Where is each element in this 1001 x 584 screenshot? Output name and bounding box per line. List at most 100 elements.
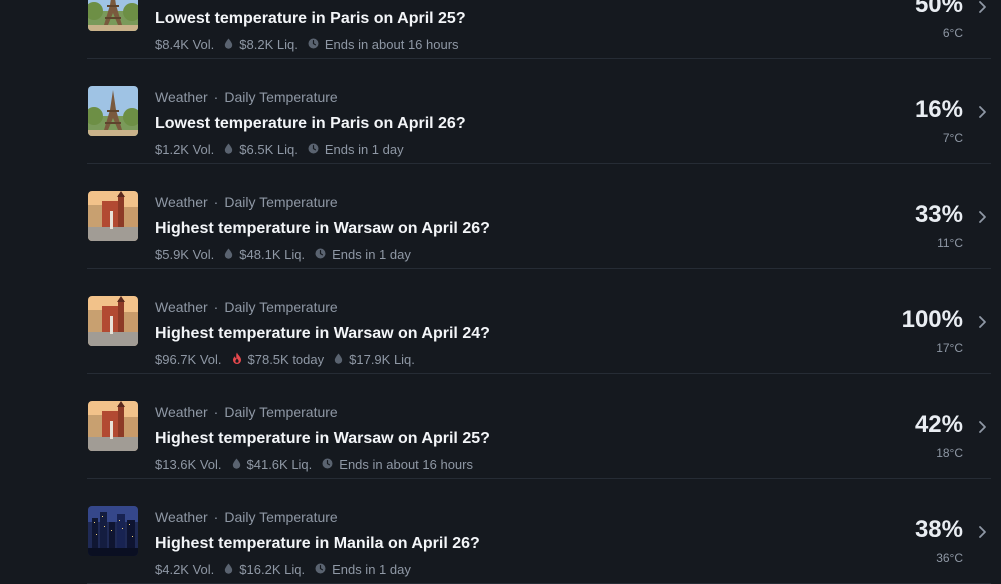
clock-icon bbox=[308, 38, 319, 49]
market-thumbnail bbox=[88, 506, 138, 556]
clock-icon bbox=[308, 143, 319, 154]
market-meta: $96.7K Vol. $78.5K today $17.9K Liq. bbox=[155, 352, 425, 367]
market-volume: $1.2K Vol. bbox=[155, 142, 214, 157]
market-volume-text: $1.2K Vol. bbox=[155, 142, 215, 157]
flame-icon bbox=[232, 352, 242, 367]
market-subcategory[interactable]: Daily Temperature bbox=[224, 509, 337, 525]
market-thumbnail bbox=[88, 401, 138, 451]
droplet-icon bbox=[224, 247, 233, 262]
market-list: Weather · Daily Temperature Lowest tempera… bbox=[0, 0, 1001, 584]
paris-thumbnail-image bbox=[88, 0, 138, 31]
market-liquidity-text: $16.2K Liq. bbox=[239, 562, 306, 577]
market-category-line: Weather · Daily Temperature bbox=[155, 509, 338, 525]
market-category-line: Weather · Daily Temperature bbox=[155, 299, 338, 315]
market-volume: $4.2K Vol. bbox=[155, 562, 214, 577]
market-thumbnail bbox=[88, 296, 138, 346]
droplet-icon bbox=[225, 563, 233, 574]
market-end-time-text: Ends in about 16 hours bbox=[324, 37, 459, 52]
droplet-icon bbox=[224, 37, 233, 52]
clock-icon bbox=[308, 142, 319, 157]
market-end-time: Ends in 1 day bbox=[315, 562, 411, 577]
market-thumbnail bbox=[88, 0, 138, 31]
market-liquidity: $17.9K Liq. bbox=[334, 352, 415, 367]
market-volume-text: $96.7K Vol. bbox=[155, 352, 222, 367]
market-row[interactable]: Weather · Daily Temperature Lowest tempera… bbox=[87, 59, 991, 164]
market-today-volume-text: $78.5K today bbox=[247, 352, 325, 367]
chevron-right-icon[interactable] bbox=[977, 525, 987, 539]
market-thumbnail bbox=[88, 191, 138, 241]
category-separator: · bbox=[213, 299, 219, 315]
market-category-line: Weather · Daily Temperature bbox=[155, 404, 338, 420]
market-subcategory[interactable]: Daily Temperature bbox=[224, 404, 337, 420]
chevron-right-icon[interactable] bbox=[977, 105, 987, 119]
market-meta: $1.2K Vol. $6.5K Liq. Ends in 1 day bbox=[155, 142, 414, 157]
market-percent: 100% bbox=[901, 306, 963, 333]
paris-thumbnail-image bbox=[88, 86, 138, 136]
market-end-time: Ends in 1 day bbox=[308, 142, 404, 157]
droplet-icon bbox=[224, 142, 233, 157]
market-subcategory[interactable]: Daily Temperature bbox=[224, 89, 337, 105]
market-title[interactable]: Highest temperature in Manila on April 2… bbox=[155, 535, 480, 553]
chevron-right-icon[interactable] bbox=[977, 420, 987, 434]
chevron-right-icon[interactable] bbox=[977, 0, 987, 14]
market-volume: $13.6K Vol. bbox=[155, 457, 222, 472]
market-subcategory[interactable]: Daily Temperature bbox=[224, 194, 337, 210]
droplet-icon bbox=[232, 457, 241, 472]
market-title[interactable]: Lowest temperature in Paris on April 26? bbox=[155, 115, 466, 133]
clock-icon bbox=[308, 37, 319, 52]
market-row[interactable]: Weather·Daily Temperature Lowest tempera… bbox=[87, 0, 991, 59]
market-leading-outcome: 36°C bbox=[936, 551, 963, 565]
clock-icon bbox=[322, 458, 333, 469]
chevron-right-icon[interactable] bbox=[977, 210, 987, 224]
market-liquidity-text: $17.9K Liq. bbox=[349, 352, 415, 367]
market-volume: $5.9K Vol. bbox=[155, 247, 214, 262]
chevron-right-icon[interactable] bbox=[977, 315, 987, 329]
category-separator: · bbox=[213, 509, 219, 525]
market-liquidity: $41.6K Liq. bbox=[232, 457, 312, 472]
market-category-line: Weather · Daily Temperature bbox=[155, 194, 338, 210]
market-leading-outcome: 7°C bbox=[942, 131, 963, 145]
clock-icon bbox=[315, 563, 326, 574]
market-volume: $96.7K Vol. bbox=[155, 352, 222, 367]
market-row[interactable]: Weather · Daily Temperature Highest temper… bbox=[87, 479, 991, 584]
droplet-icon bbox=[225, 38, 233, 49]
market-title[interactable]: Highest temperature in Warsaw on April 2… bbox=[155, 325, 490, 343]
market-category-line: Weather · Daily Temperature bbox=[155, 89, 338, 105]
market-liquidity: $16.2K Liq. bbox=[224, 562, 305, 577]
droplet-icon bbox=[225, 143, 233, 154]
market-row[interactable]: Weather · Daily Temperature Highest temper… bbox=[87, 374, 991, 479]
market-category[interactable]: Weather bbox=[155, 299, 208, 315]
market-category[interactable]: Weather bbox=[155, 194, 208, 210]
clock-icon bbox=[315, 248, 326, 259]
droplet-icon bbox=[334, 353, 343, 364]
market-end-time-text: Ends in 1 day bbox=[332, 247, 411, 262]
market-liquidity: $48.1K Liq. bbox=[224, 247, 305, 262]
warsaw-thumbnail-image bbox=[88, 191, 138, 241]
market-liquidity-text: $8.2K Liq. bbox=[239, 37, 298, 52]
market-category[interactable]: Weather bbox=[155, 509, 208, 525]
market-meta: $13.6K Vol. $41.6K Liq. Ends in about 16 h… bbox=[155, 457, 483, 472]
droplet-icon bbox=[334, 352, 343, 367]
market-category[interactable]: Weather bbox=[155, 89, 208, 105]
market-end-time: Ends in 1 day bbox=[315, 247, 411, 262]
market-leading-outcome: 6°C bbox=[942, 26, 963, 40]
market-row[interactable]: Weather · Daily Temperature Highest temper… bbox=[87, 164, 991, 269]
market-volume-text: $5.9K Vol. bbox=[155, 247, 215, 262]
market-leading-outcome: 11°C bbox=[937, 236, 963, 250]
market-meta: $5.9K Vol. $48.1K Liq. Ends in 1 day bbox=[155, 247, 421, 262]
market-title[interactable]: Lowest temperature in Paris on April 25? bbox=[155, 10, 466, 28]
clock-icon bbox=[322, 457, 333, 472]
market-row[interactable]: Weather · Daily Temperature Highest temper… bbox=[87, 269, 991, 374]
category-separator: · bbox=[213, 194, 219, 210]
market-category[interactable]: Weather bbox=[155, 404, 208, 420]
market-title[interactable]: Highest temperature in Warsaw on April 2… bbox=[155, 220, 490, 238]
market-meta: $4.2K Vol. $16.2K Liq. Ends in 1 day bbox=[155, 562, 421, 577]
market-liquidity: $6.5K Liq. bbox=[224, 142, 298, 157]
market-volume-text: $8.4K Vol. bbox=[155, 37, 215, 52]
category-separator: · bbox=[213, 89, 219, 105]
market-title[interactable]: Highest temperature in Warsaw on April 2… bbox=[155, 430, 490, 448]
market-leading-outcome: 18°C bbox=[936, 446, 963, 460]
market-subcategory[interactable]: Daily Temperature bbox=[224, 299, 337, 315]
market-liquidity-text: $6.5K Liq. bbox=[239, 142, 298, 157]
clock-icon bbox=[315, 562, 326, 577]
